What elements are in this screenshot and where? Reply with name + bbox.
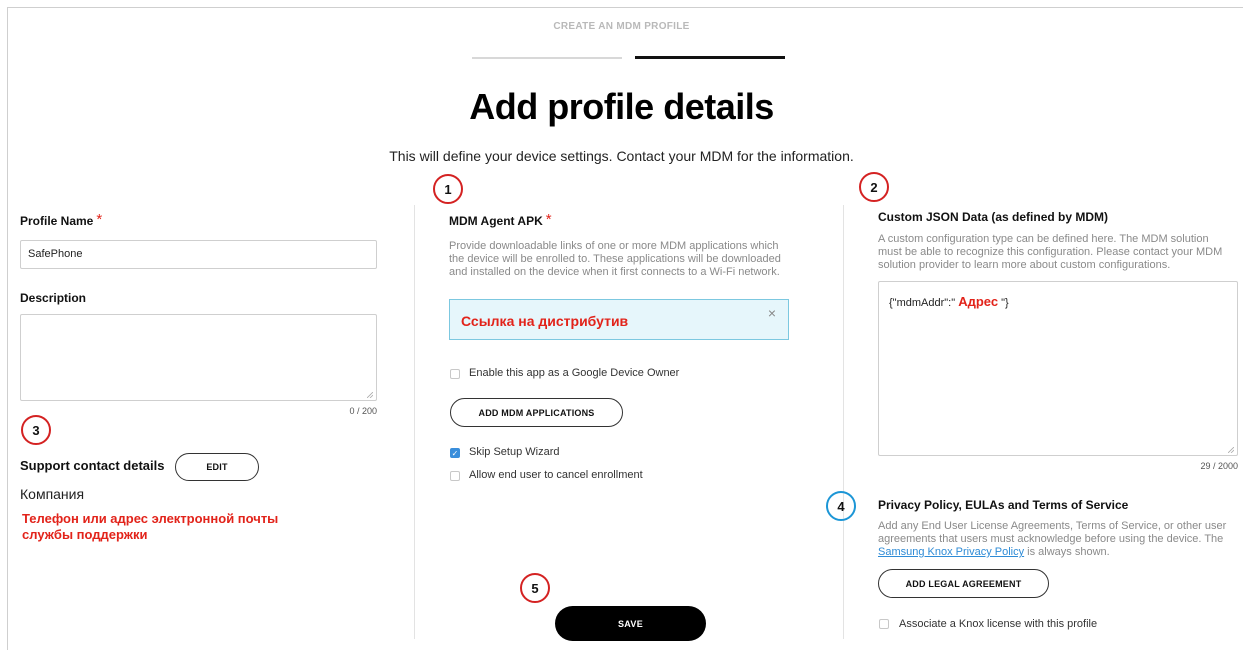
add-legal-agreement-button[interactable]: ADD LEGAL AGREEMENT [878,569,1049,598]
custom-json-textarea[interactable]: {"mdmAddr":" Адрес "} [878,281,1238,456]
json-address-placeholder: Адрес [958,294,999,309]
helper-line: the device will be enrolled to. These ap… [449,253,781,265]
google-owner-label: Enable this app as a Google Device Owner [469,367,680,379]
support-contact-label: Support contact details [20,458,165,473]
annotation-marker-5: 5 [520,573,550,603]
apk-link-value: Ссылка на дистрибутив [461,313,629,329]
helper-line: Add any End User License Agreements, Ter… [878,520,1227,532]
column-divider-right [843,205,844,639]
json-prefix: {"mdmAddr":" [889,297,956,309]
helper-line: and installed on the device when it firs… [449,266,780,278]
required-asterisk: * [545,211,552,228]
privacy-helper-text: Add any End User License Agreements, Ter… [878,520,1240,559]
profile-name-label: Profile Name * [20,211,103,228]
description-label: Description [20,291,87,305]
knox-license-checkbox[interactable] [879,619,889,629]
support-company: Компания [20,486,85,502]
samsung-knox-privacy-link[interactable]: Samsung Knox Privacy Policy [878,546,1024,558]
helper-line: agreements that users must acknowledge b… [878,533,1224,545]
page-subtitle: This will define your device settings. C… [389,148,854,164]
helper-line: solution provider to learn more about cu… [878,259,1171,271]
add-mdm-applications-button[interactable]: ADD MDM APPLICATIONS [450,398,623,427]
json-counter: 29 / 2000 [1200,461,1238,471]
skip-wizard-checkbox[interactable]: ✓ [450,448,460,458]
apk-helper-text: Provide downloadable links of one or mor… [449,240,799,279]
close-icon[interactable]: × [768,305,776,321]
json-helper-text: A custom configuration type can be defin… [878,233,1238,272]
helper-line: Provide downloadable links of one or mor… [449,240,779,252]
helper-line: A custom configuration type can be defin… [878,233,1209,245]
support-note-line: службы поддержки [22,527,148,542]
column-divider-left [414,205,415,639]
resize-handle-icon[interactable] [1228,447,1234,453]
helper-line: Samsung Knox Privacy Policy is always sh… [878,546,1240,559]
json-suffix: "} [1001,297,1009,309]
edit-support-button[interactable]: EDIT [175,453,259,481]
description-counter: 0 / 200 [349,406,377,416]
privacy-policy-label: Privacy Policy, EULAs and Terms of Servi… [878,498,1129,512]
knox-license-label: Associate a Knox license with this profi… [899,618,1098,630]
allow-cancel-checkbox[interactable] [450,471,460,481]
annotation-marker-2: 2 [859,172,889,202]
annotation-marker-3: 3 [21,415,51,445]
json-content: {"mdmAddr":" Адрес "} [889,294,1009,309]
save-button[interactable]: SAVE [555,606,706,641]
description-textarea[interactable] [20,314,377,401]
annotation-marker-1: 1 [433,174,463,204]
google-owner-checkbox[interactable] [450,369,460,379]
support-note-line: Телефон или адрес электронной почты [22,511,279,526]
support-note: Телефон или адрес электронной почты служ… [22,511,278,543]
required-asterisk: * [96,211,103,228]
helper-line: must be able to recognize this configura… [878,246,1223,258]
custom-json-label: Custom JSON Data (as defined by MDM) [878,210,1109,224]
step-title: CREATE AN MDM PROFILE [553,21,690,32]
annotation-marker-4: 4 [826,491,856,521]
step-indicator-1 [472,57,622,59]
mdm-agent-apk-label: MDM Agent APK * [449,211,552,228]
apk-link-field[interactable]: Ссылка на дистрибутив × [449,299,789,340]
step-indicator-2-active [635,56,785,59]
skip-wizard-label: Skip Setup Wizard [469,446,560,458]
profile-name-input[interactable]: SafePhone [20,240,377,269]
page-title: Add profile details [469,86,774,127]
resize-handle-icon[interactable] [367,392,373,398]
allow-cancel-label: Allow end user to cancel enrollment [469,469,643,481]
privacy-helper-tail: is always shown. [1024,546,1110,558]
